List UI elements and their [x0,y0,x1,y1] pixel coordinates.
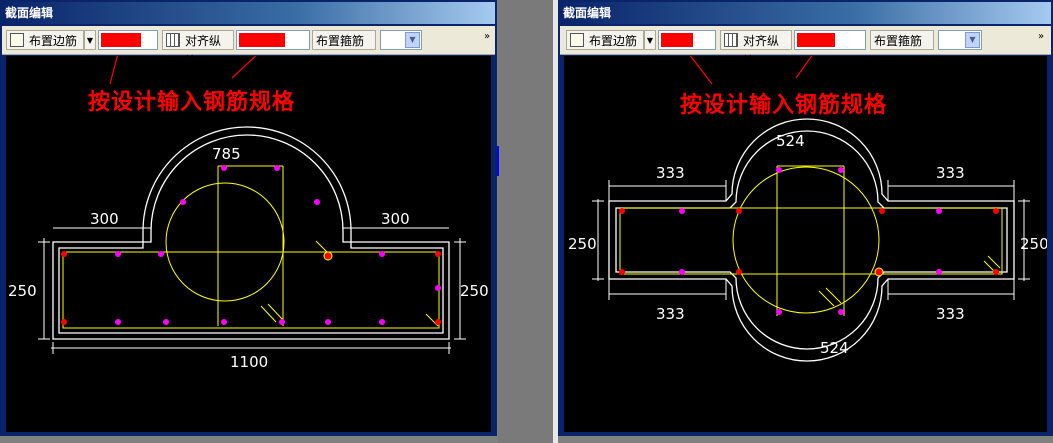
align-long-rebar-button[interactable]: 对齐纵筋 [720,30,792,68]
dim-right-width: 300 [381,210,410,228]
rebar-spec-annotation: 按设计输入钢筋规格 [680,92,888,118]
rebars [619,167,999,315]
redacted-mark [661,33,693,47]
section-editor-window-right: 截面编辑 布置边筋 ▼ 对齐纵筋 布置箍筋 ▼ ▼ » [558,0,1053,436]
dim-left-height: 250 [568,235,597,253]
dimension-lines [592,180,1030,300]
stirrup-spec-combo[interactable]: ▼ [380,30,422,50]
section-outline [52,126,450,340]
toolbar: 布置边筋 ▼ 对齐纵筋 布置箍筋 ▼ ▼ » [560,26,1051,68]
dimension-lines [38,227,466,354]
place-edge-rebar-button[interactable]: 布置边筋 [6,30,84,50]
align-long-rebar-button[interactable]: 对齐纵筋 [162,30,234,68]
dim-top-left: 333 [656,164,685,182]
grid-icon [166,33,180,47]
dim-left-height: 250 [8,282,37,300]
dim-arc-top: 524 [776,132,805,150]
redacted-mark [101,33,141,47]
long-rebar-spec-input[interactable] [794,30,866,50]
place-edge-rebar-label: 布置边筋 [589,34,638,48]
dim-bottom-right: 333 [936,305,965,323]
dim-arc-bottom: 524 [820,339,849,357]
pencil-icon [10,33,24,47]
redacted-mark [797,33,835,47]
place-stirrup-button[interactable]: 布置箍筋 ▼ [870,30,934,67]
annotation-leaders [685,49,817,85]
edge-rebar-dropdown[interactable]: ▼ [644,30,656,50]
dim-right-height: 250 [460,282,489,300]
edge-rebar-dropdown[interactable]: ▼ [84,30,96,50]
window-title: 截面编辑 [560,2,1051,24]
annotation-leaders [109,49,263,85]
pencil-icon [570,33,584,47]
toolbar: 布置边筋 ▼ 对齐纵筋 布置箍筋 ▼ ▼ » [2,26,495,68]
place-stirrup-label: 布置箍筋 [874,34,923,48]
dim-arc: 785 [212,145,241,163]
long-rebar-spec-input[interactable] [236,30,310,50]
place-stirrup-label: 布置箍筋 [316,34,365,48]
edge-rebar-spec-input[interactable] [658,30,716,50]
toolbar-overflow-icon[interactable]: » [484,30,494,50]
grid-icon [724,33,738,47]
dim-bottom-left: 333 [656,305,685,323]
edge-rebar-spec-input[interactable] [98,30,158,50]
dim-total-width: 1100 [230,353,268,371]
place-stirrup-button[interactable]: 布置箍筋 ▼ [312,30,376,67]
desktop-gap [498,0,558,443]
chevron-down-icon: ▼ [965,32,980,48]
chevron-down-icon: ▼ [405,32,420,48]
section-editor-window-left: 截面编辑 布置边筋 ▼ 对齐纵筋 布置箍筋 ▼ ▼ » [0,0,497,436]
place-edge-rebar-button[interactable]: 布置边筋 [566,30,644,50]
redacted-mark [239,33,285,47]
section-outline [608,118,1015,362]
stirrup-spec-combo[interactable]: ▼ [938,30,982,50]
stirrups [62,165,440,329]
place-edge-rebar-label: 布置边筋 [29,34,78,48]
dim-right-height: 250 [1020,235,1047,253]
toolbar-overflow-icon[interactable]: » [1038,30,1048,50]
dim-left-width: 300 [90,210,119,228]
rebar-spec-annotation: 按设计输入钢筋规格 [88,89,296,115]
dim-top-right: 333 [936,164,965,182]
window-title: 截面编辑 [2,2,495,24]
